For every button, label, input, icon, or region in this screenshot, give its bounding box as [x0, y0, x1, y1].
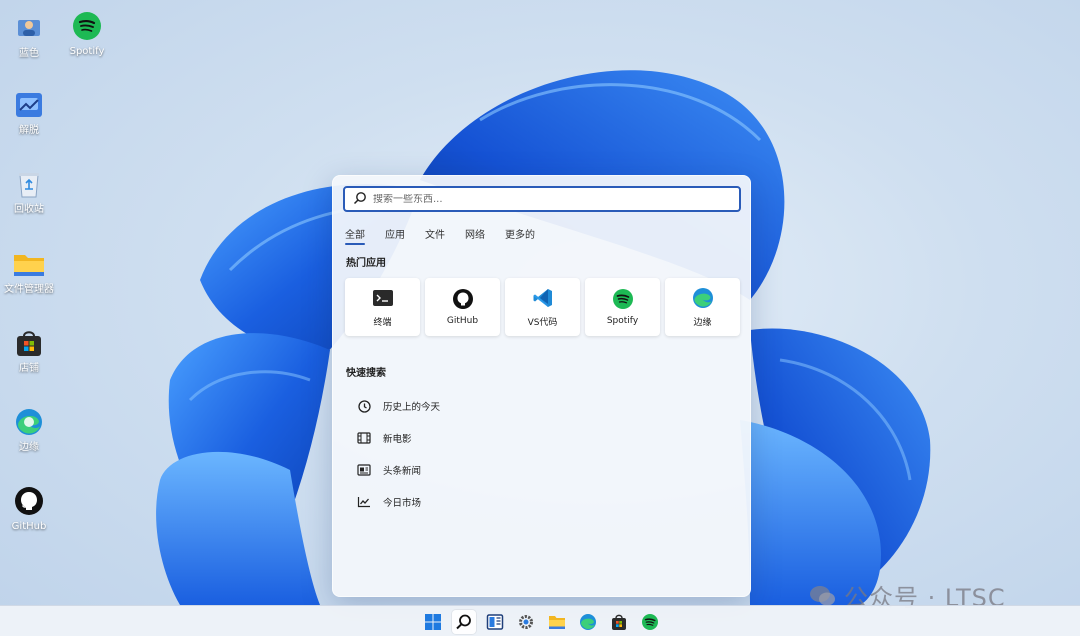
spotify-button[interactable] — [638, 610, 662, 634]
desktop-icon-spotify[interactable]: Spotify — [59, 10, 115, 58]
desktop-icon-label: 文件管理器 — [4, 284, 54, 295]
folder-icon — [13, 248, 45, 280]
clock-icon — [357, 399, 371, 413]
spotify-icon — [642, 614, 658, 630]
file-explorer-button[interactable] — [545, 610, 569, 634]
vscode-icon — [532, 287, 554, 309]
desktop-icon-label: Spotify — [69, 46, 105, 57]
user-folder-icon — [13, 12, 45, 44]
store-icon — [612, 614, 626, 630]
film-icon — [357, 431, 371, 445]
popular-apps-title: 热门应用 — [346, 258, 386, 269]
settings-button[interactable] — [514, 610, 538, 634]
spotify-icon — [71, 10, 103, 42]
widgets-icon — [486, 614, 504, 630]
recycle-bin-icon — [13, 168, 45, 200]
terminal-icon — [372, 287, 394, 309]
desktop-icon-file-manager[interactable]: 文件管理器 — [1, 248, 57, 296]
widgets-button[interactable] — [483, 610, 507, 634]
taskbar-icons — [421, 610, 662, 634]
app-vscode[interactable]: VS代码 — [505, 278, 580, 336]
desktop-icon-label: GitHub — [11, 521, 47, 532]
quick-search-title: 快速搜索 — [346, 368, 386, 379]
edge-button[interactable] — [576, 610, 600, 634]
windows-start-icon — [425, 614, 441, 630]
desktop-icon-blue[interactable]: 蓝色 — [1, 12, 57, 60]
app-spotify[interactable]: Spotify — [585, 278, 660, 336]
taskbar — [0, 605, 1080, 636]
app-label: 终端 — [373, 317, 392, 328]
search-icon — [353, 190, 367, 209]
quick-item-market[interactable]: 今日市场 — [357, 486, 440, 518]
quick-item-label: 头条新闻 — [383, 466, 422, 477]
search-box[interactable] — [343, 186, 741, 212]
desktop-icon-edge[interactable]: 边缘 — [1, 406, 57, 454]
desktop-icon-label: 回收站 — [14, 204, 44, 215]
desktop-icon-label: 店铺 — [19, 363, 39, 374]
search-tabs: 全部 应用 文件 网络 更多的 — [345, 226, 555, 245]
store-button[interactable] — [607, 610, 631, 634]
control-panel-icon — [13, 89, 45, 121]
quick-item-movies[interactable]: 新电影 — [357, 422, 440, 454]
tab-more[interactable]: 更多的 — [505, 226, 535, 245]
app-label: GitHub — [446, 316, 479, 326]
desktop-icon-github[interactable]: GitHub — [1, 485, 57, 533]
tab-all[interactable]: 全部 — [345, 226, 365, 245]
app-edge[interactable]: 边缘 — [665, 278, 740, 336]
spotify-icon — [612, 288, 634, 310]
edge-icon — [13, 406, 45, 438]
desktop-icon-store[interactable]: 店铺 — [1, 327, 57, 375]
edge-icon — [692, 287, 714, 309]
quick-item-history[interactable]: 历史上的今天 — [357, 390, 440, 422]
settings-icon — [519, 615, 533, 629]
app-label: 边缘 — [693, 317, 712, 328]
quick-item-label: 新电影 — [383, 434, 412, 445]
desktop-icon-label: 解脱 — [19, 125, 39, 136]
tab-apps[interactable]: 应用 — [385, 226, 405, 245]
desktop-icon-label: 边缘 — [19, 442, 39, 453]
store-icon — [13, 327, 45, 359]
taskbar-search-button[interactable] — [452, 610, 476, 634]
quick-item-label: 今日市场 — [383, 498, 422, 509]
chart-icon — [357, 495, 371, 509]
quick-search-list: 历史上的今天 新电影 头条新闻 今日市场 — [357, 390, 440, 518]
edge-icon — [580, 614, 596, 630]
app-label: VS代码 — [527, 317, 558, 328]
app-terminal[interactable]: 终端 — [345, 278, 420, 336]
desktop-icon-recycle-bin[interactable]: 回收站 — [1, 168, 57, 216]
github-icon — [452, 288, 474, 310]
tab-web[interactable]: 网络 — [465, 226, 485, 245]
search-input[interactable] — [373, 193, 733, 205]
search-panel: 全部 应用 文件 网络 更多的 热门应用 终端 GitHub VS代码 — [332, 175, 751, 597]
app-label: Spotify — [606, 316, 639, 326]
popular-apps: 终端 GitHub VS代码 Spotify 边缘 — [345, 278, 740, 336]
app-github[interactable]: GitHub — [425, 278, 500, 336]
quick-item-label: 历史上的今天 — [383, 402, 441, 413]
quick-item-news[interactable]: 头条新闻 — [357, 454, 440, 486]
search-icon — [456, 614, 471, 630]
tab-files[interactable]: 文件 — [425, 226, 445, 245]
news-icon — [357, 463, 371, 477]
desktop-icon-control-panel[interactable]: 解脱 — [1, 89, 57, 137]
file-explorer-icon — [549, 616, 565, 629]
desktop-icon-label: 蓝色 — [19, 48, 39, 59]
github-icon — [13, 485, 45, 517]
start-button[interactable] — [421, 610, 445, 634]
